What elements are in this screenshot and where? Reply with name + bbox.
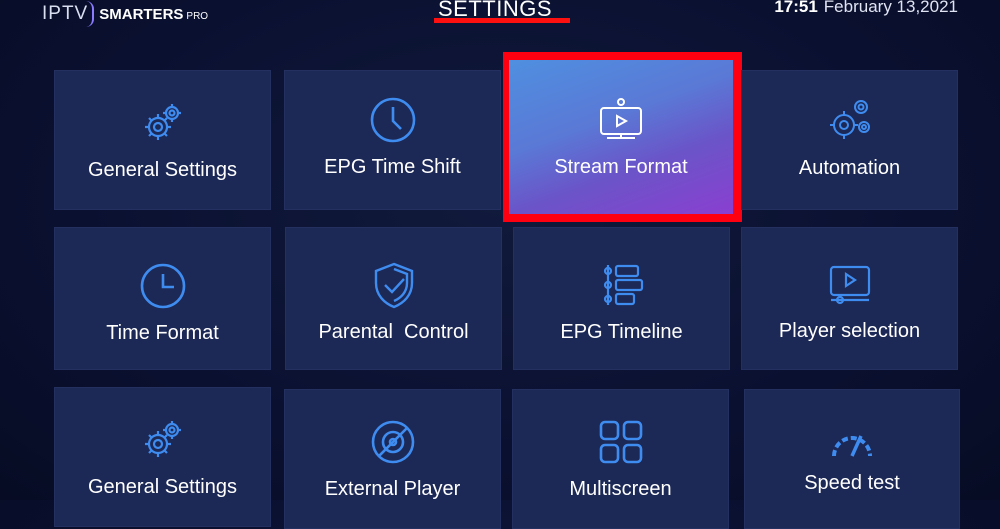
tile-general-settings[interactable]: General Settings [54, 70, 271, 210]
tile-label: Automation [798, 157, 901, 179]
player-screen-icon [826, 260, 874, 308]
tile-parental-control[interactable]: Parental Control [285, 227, 502, 370]
tile-speed-test[interactable]: Speed test [744, 389, 960, 529]
automation-gears-icon [826, 97, 874, 145]
tile-player-selection[interactable]: Player selection [741, 227, 958, 370]
title-underline [434, 18, 570, 23]
stream-screen-icon [597, 96, 645, 144]
tile-epg-time-shift[interactable]: EPG Time Shift [284, 70, 501, 210]
tile-label: Stream Format [554, 156, 688, 178]
clock-time: 17:51 [774, 0, 818, 16]
tile-external-player[interactable]: External Player [284, 389, 501, 529]
tile-label: Time Format [106, 322, 219, 344]
tile-label: EPG Time Shift [324, 156, 461, 178]
tile-multiscreen[interactable]: Multiscreen [512, 389, 729, 529]
tile-general-settings-2[interactable]: General Settings [54, 387, 271, 527]
logo-arc [86, 1, 95, 27]
tile-label: Speed test [804, 472, 900, 494]
tile-label: Player selection [778, 320, 921, 342]
clock-icon [369, 96, 417, 144]
tile-epg-timeline[interactable]: EPG Timeline [513, 227, 730, 370]
tile-stream-format[interactable]: Stream Format [503, 52, 742, 222]
tile-label: General Settings [88, 476, 237, 498]
shield-check-icon [370, 261, 418, 309]
tile-label: Parental Control [318, 321, 469, 343]
gears-icon [139, 416, 187, 464]
multiscreen-grid-icon [597, 418, 645, 466]
tile-label: EPG Timeline [560, 321, 683, 343]
tile-label: Multiscreen [569, 478, 672, 500]
gears-icon [139, 99, 187, 147]
tile-stream-format-highlight: Stream Format [509, 60, 733, 214]
speedometer-icon [828, 418, 876, 466]
logo-pro-text: PRO [186, 10, 209, 22]
tile-label: External Player [324, 478, 461, 500]
tile-time-format[interactable]: Time Format [54, 227, 271, 370]
timeline-icon [598, 261, 646, 309]
app-logo: IPTV SMARTERS PRO [42, 0, 208, 28]
clock-icon [139, 262, 187, 310]
logo-iptv-text: IPTV [42, 3, 89, 24]
tile-label: General Settings [88, 159, 237, 181]
tile-automation[interactable]: Automation [741, 70, 958, 210]
external-player-icon [369, 418, 417, 466]
clock: 17:51 February 13,2021 [774, 0, 958, 17]
clock-date: February 13,2021 [823, 0, 958, 16]
logo-smarters-text: SMARTERS [99, 5, 184, 23]
